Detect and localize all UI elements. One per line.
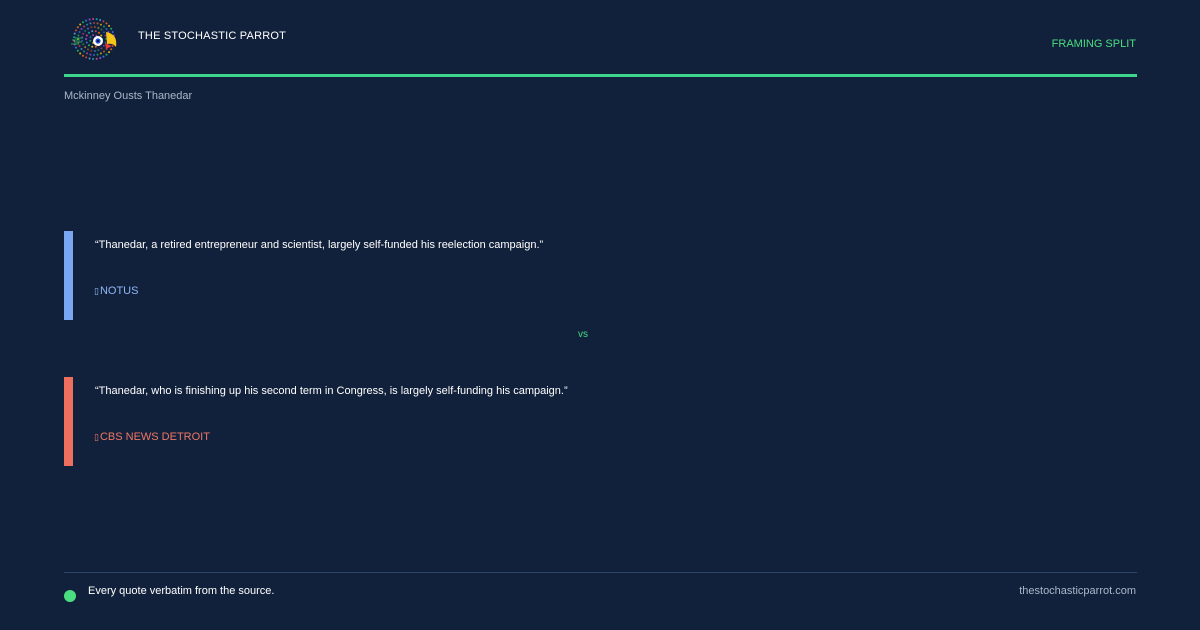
source-icon: ▯	[94, 286, 99, 296]
vs-label: vs	[578, 329, 588, 340]
quote-text: “Thanedar, who is finishing up his secon…	[95, 385, 568, 397]
header-divider	[64, 74, 1137, 77]
headline: Mckinney Ousts Thanedar	[64, 90, 193, 102]
source-label: CBS NEWS DETROIT	[99, 431, 210, 443]
parrot-logo-icon	[71, 18, 117, 60]
footer-note: Every quote verbatim from the source.	[88, 585, 275, 597]
quote-text: “Thanedar, a retired entrepreneur and sc…	[95, 239, 544, 251]
footer-divider	[64, 572, 1137, 573]
quote-source: ▯CBS NEWS DETROIT	[94, 431, 210, 443]
quote-accent-bar	[64, 231, 73, 320]
quote-card-cbs: “Thanedar, who is finishing up his secon…	[64, 377, 1064, 466]
quote-card-notus: “Thanedar, a retired entrepreneur and sc…	[64, 231, 1064, 320]
footer-url: thestochasticparrot.com	[1019, 585, 1136, 597]
source-icon: ▯	[94, 432, 99, 442]
framing-split-tag: FRAMING SPLIT	[1051, 38, 1136, 50]
quote-source: ▯NOTUS	[94, 285, 138, 297]
quote-accent-bar	[64, 377, 73, 466]
source-label: NOTUS	[99, 285, 139, 297]
status-dot-icon	[64, 590, 76, 602]
brand-name: THE STOCHASTIC PARROT	[138, 30, 287, 42]
